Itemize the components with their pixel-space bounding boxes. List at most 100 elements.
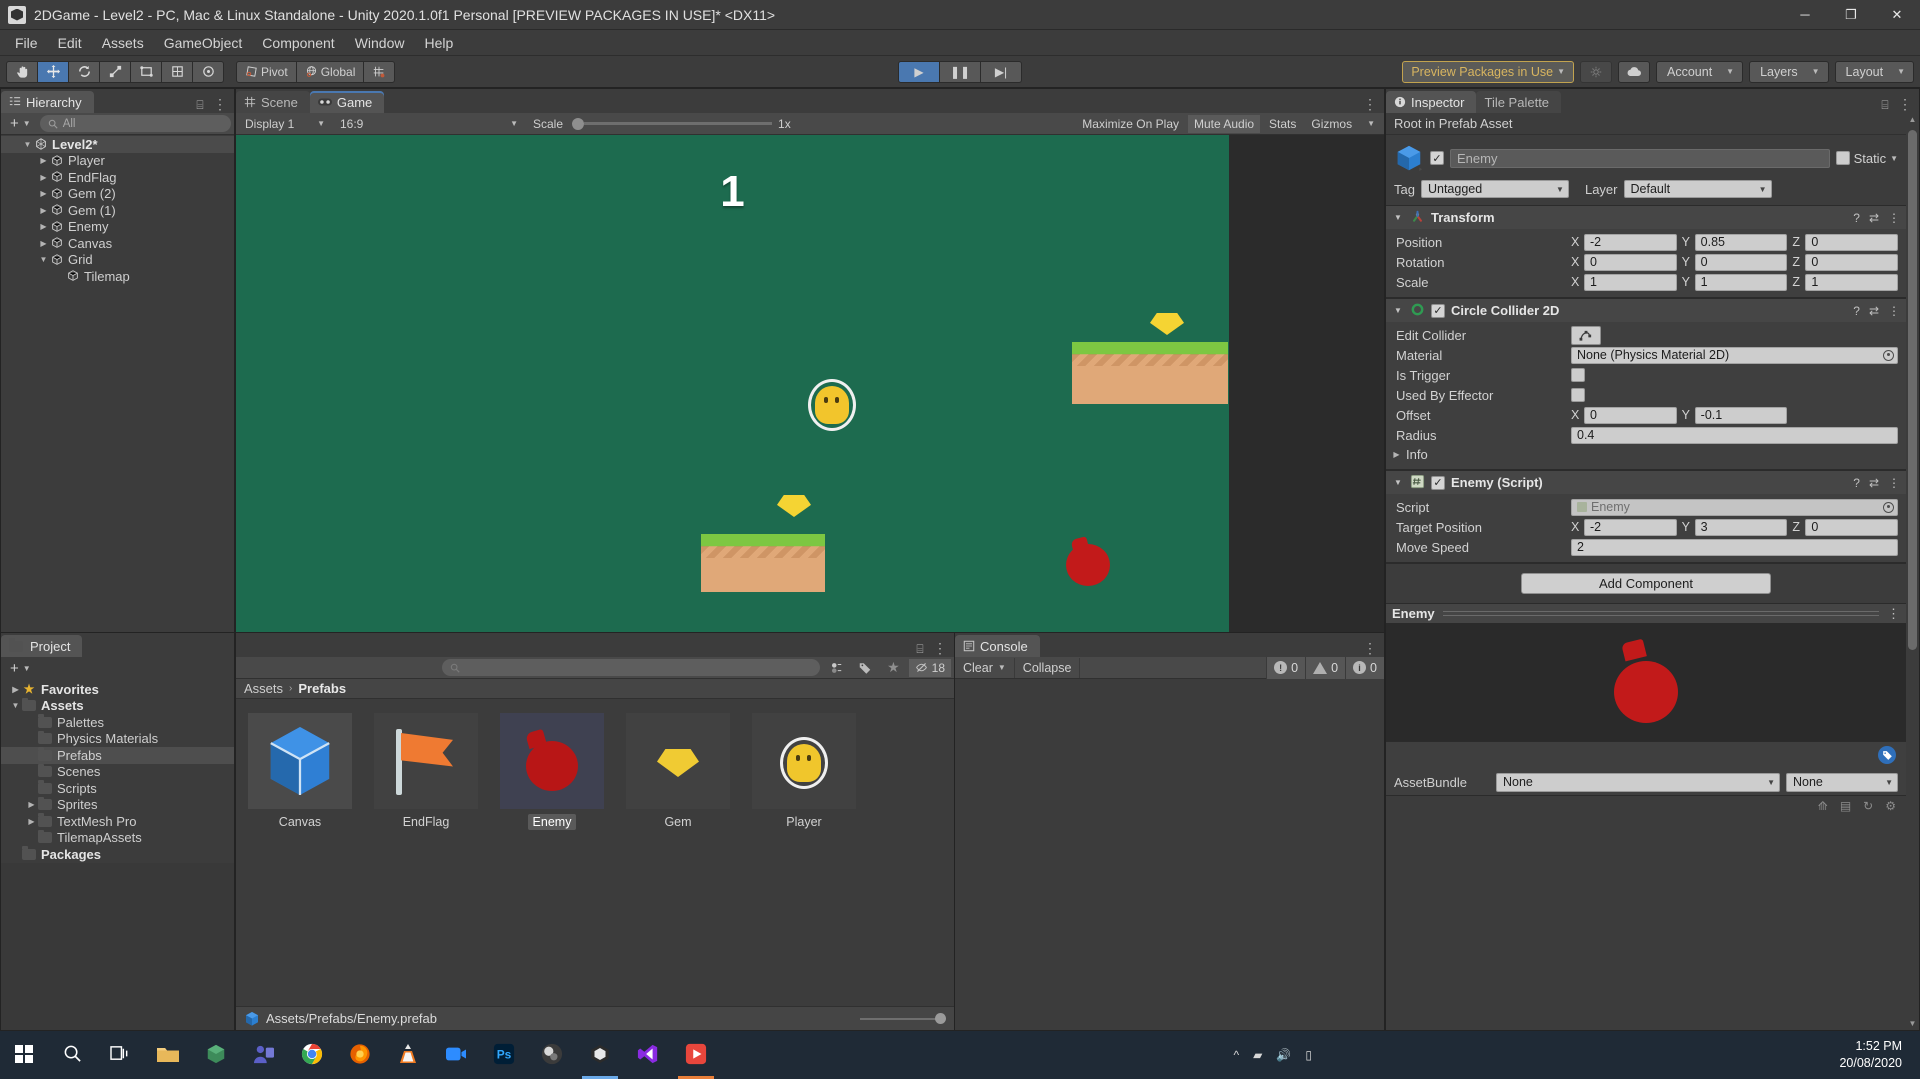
gizmos-dropdown[interactable]: Gizmos	[1305, 115, 1358, 133]
stats-toggle[interactable]: Stats	[1263, 115, 1302, 133]
component-header-circle-collider-2d[interactable]: ▼✓Circle Collider 2D?⇄⋮	[1386, 299, 1906, 322]
tag-dropdown[interactable]: Untagged ▼	[1421, 180, 1569, 198]
hierarchy-item-gem-1[interactable]: ▶Gem (1)	[1, 202, 234, 219]
hierarchy-item-grid[interactable]: ▼Grid	[1, 252, 234, 269]
inspector-menu-icon[interactable]: ⋮	[1892, 96, 1919, 113]
asset-label-icon[interactable]	[1878, 746, 1896, 764]
hierarchy-search-input[interactable]: All	[40, 115, 231, 132]
lock-icon[interactable]: ⌸	[193, 98, 207, 113]
menu-file[interactable]: File	[6, 32, 47, 54]
assetbundle-dropdown[interactable]: None ▼	[1496, 773, 1780, 792]
taskbar-unity-editor[interactable]	[576, 1031, 624, 1079]
display-dropdown[interactable]: Display 1 ▼	[239, 115, 331, 133]
radius-input[interactable]: 0.4	[1571, 427, 1898, 444]
console-error-count[interactable]: ! 0	[1266, 657, 1305, 679]
taskbar-visual-studio[interactable]	[624, 1031, 672, 1079]
hierarchy-add-button[interactable]: + ▼	[4, 115, 37, 133]
project-folder-favorites[interactable]: ▶★Favorites	[1, 681, 234, 698]
layout-dropdown[interactable]: Layout ▼	[1835, 61, 1914, 83]
menu-edit[interactable]: Edit	[49, 32, 91, 54]
tab-project[interactable]: Project	[1, 635, 82, 657]
chevron-right-icon[interactable]: ▶	[25, 800, 38, 809]
game-menu-icon[interactable]: ⋮	[1357, 96, 1384, 113]
chevron-right-icon[interactable]: ▶	[37, 222, 50, 231]
project-folder-tilemapassets[interactable]: TilemapAssets	[1, 830, 234, 847]
preview-packages-button[interactable]: Preview Packages in Use ▼	[1402, 61, 1574, 83]
hierarchy-item-endflag[interactable]: ▶EndFlag	[1, 169, 234, 186]
save-icon[interactable]: ▤	[1840, 799, 1851, 813]
tab-console[interactable]: Console	[955, 635, 1040, 657]
scrollbar-thumb[interactable]	[1908, 130, 1917, 650]
is-trigger-checkbox[interactable]	[1571, 368, 1585, 382]
inspector-scrollbar[interactable]: ▲ ▼	[1906, 113, 1919, 1030]
chevron-right-icon[interactable]: ▶	[25, 817, 38, 826]
game-viewport[interactable]: 1	[236, 135, 1384, 632]
add-component-button[interactable]: Add Component	[1521, 573, 1771, 594]
field-info[interactable]: ▶Info	[1386, 445, 1906, 464]
project-folder-assets[interactable]: ▼Assets	[1, 698, 234, 715]
pivot-toggle[interactable]: Pivot	[236, 61, 297, 83]
menu-assets[interactable]: Assets	[93, 32, 153, 54]
taskbar-zoom[interactable]	[432, 1031, 480, 1079]
chevron-right-icon[interactable]: ▶	[37, 239, 50, 248]
asset-item-gem[interactable]: Gem	[626, 713, 730, 830]
lock-icon[interactable]: ⌸	[1878, 98, 1892, 113]
edit-collider-button[interactable]	[1571, 326, 1601, 345]
maximize-button[interactable]: ❐	[1828, 0, 1874, 30]
project-folder-scripts[interactable]: Scripts	[1, 780, 234, 797]
taskbar-chrome[interactable]	[288, 1031, 336, 1079]
favorite-filter-icon[interactable]: ★	[881, 659, 906, 677]
chevron-right-icon[interactable]: ▶	[9, 685, 22, 694]
hierarchy-menu-icon[interactable]: ⋮	[207, 96, 234, 113]
used-by-effector-checkbox[interactable]	[1571, 388, 1585, 402]
asset-grid[interactable]: CanvasEndFlagEnemyGemPlayer	[236, 699, 954, 1006]
tab-tile-palette[interactable]: Tile Palette	[1476, 91, 1561, 113]
preview-menu-icon[interactable]: ⋮	[1887, 606, 1900, 622]
minimize-button[interactable]: ─	[1782, 0, 1828, 30]
tab-hierarchy[interactable]: Hierarchy	[1, 91, 94, 113]
maximize-on-play-toggle[interactable]: Maximize On Play	[1076, 115, 1185, 133]
object-picker-icon[interactable]	[1883, 350, 1894, 361]
scale-slider[interactable]	[572, 118, 772, 130]
project-menu-icon[interactable]: ⋮	[927, 640, 954, 657]
static-checkbox[interactable]	[1836, 151, 1850, 165]
preset-icon[interactable]: ⇄	[1869, 211, 1879, 225]
preset-icon[interactable]: ⇄	[1869, 304, 1879, 318]
revert-icon[interactable]: ↻	[1863, 799, 1873, 813]
grid-snap-icon[interactable]	[363, 61, 395, 83]
help-icon[interactable]: ?	[1853, 211, 1860, 225]
component-menu-icon[interactable]: ⋮	[1888, 211, 1900, 225]
gameobject-enabled-checkbox[interactable]: ✓	[1430, 151, 1444, 165]
breadcrumb-root[interactable]: Assets	[244, 681, 283, 696]
console-info-count[interactable]: i 0	[1345, 657, 1384, 679]
account-dropdown[interactable]: Account ▼	[1656, 61, 1743, 83]
tray-battery-icon[interactable]: ▯	[1305, 1048, 1312, 1062]
tray-chevron-icon[interactable]: ^	[1234, 1048, 1240, 1062]
hierarchy-item-tilemap[interactable]: Tilemap	[1, 268, 234, 285]
console-message-list[interactable]	[955, 679, 1384, 1030]
assetbundle-variant-dropdown[interactable]: None ▼	[1786, 773, 1898, 792]
settings-icon[interactable]: ⚙	[1885, 799, 1896, 813]
lock-icon[interactable]: ⌸	[913, 642, 927, 657]
asset-preview[interactable]	[1386, 623, 1906, 741]
asset-item-enemy[interactable]: Enemy	[500, 713, 604, 830]
thumbnail-size-slider[interactable]	[860, 1012, 946, 1026]
project-folder-physics-materials[interactable]: Physics Materials	[1, 731, 234, 748]
layer-dropdown[interactable]: Default ▼	[1624, 180, 1772, 198]
taskbar-vlc[interactable]	[384, 1031, 432, 1079]
hierarchy-item-enemy[interactable]: ▶Enemy	[1, 219, 234, 236]
hand-tool-icon[interactable]	[6, 61, 38, 83]
hidden-packages-count[interactable]: 18	[909, 659, 951, 677]
hierarchy-item-canvas[interactable]: ▶Canvas	[1, 235, 234, 252]
tray-network-icon[interactable]: ▰	[1253, 1048, 1262, 1062]
component-menu-icon[interactable]: ⋮	[1888, 304, 1900, 318]
taskbar-file-explorer[interactable]	[144, 1031, 192, 1079]
position-x-input[interactable]: -2	[1584, 234, 1677, 251]
position-y-input[interactable]: 0.85	[1695, 234, 1788, 251]
aspect-dropdown[interactable]: 16:9 ▼	[334, 115, 524, 133]
component-menu-icon[interactable]: ⋮	[1888, 476, 1900, 490]
scroll-down-icon[interactable]: ▼	[1909, 1017, 1917, 1030]
hierarchy-item-level2[interactable]: ▼Level2*	[1, 136, 234, 153]
tray-volume-icon[interactable]: 🔊	[1276, 1048, 1291, 1062]
filter-by-type-icon[interactable]	[823, 659, 849, 677]
